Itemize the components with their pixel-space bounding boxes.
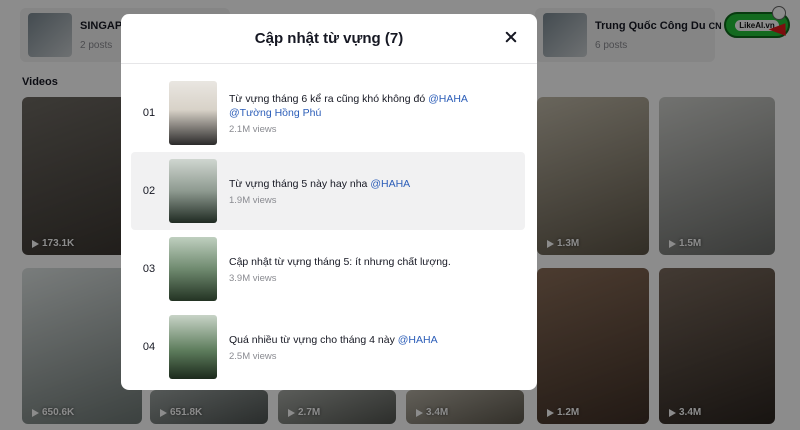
- modal-title: Cập nhật từ vựng (7): [254, 30, 404, 47]
- playlist-item-04[interactable]: 04 Quá nhiều từ vựng cho tháng 4 này @HA…: [131, 308, 525, 386]
- playlist-item-02[interactable]: 02 Từ vựng tháng 5 này hay nha @HAHA 1.9…: [131, 152, 525, 230]
- video-thumbnail: [169, 237, 217, 301]
- playlist-item-03[interactable]: 03 Cập nhật từ vựng tháng 5: ít nhưng ch…: [131, 230, 525, 308]
- item-index: 01: [142, 107, 156, 119]
- mention-link[interactable]: @HAHA: [398, 334, 438, 346]
- modal-header: Cập nhật từ vựng (7): [121, 14, 537, 64]
- mention-link[interactable]: @HAHA: [370, 178, 410, 190]
- item-title: Từ vựng tháng 5 này hay nha @HAHA: [229, 177, 411, 190]
- item-index: 04: [142, 341, 156, 353]
- playlist-video-list: 01 Từ vựng tháng 6 kể ra cũng khó không …: [121, 64, 537, 386]
- mention-link[interactable]: @Tường Hồng Phú: [229, 107, 321, 119]
- item-title: Từ vựng tháng 6 kể ra cũng khó không đó …: [229, 92, 468, 119]
- item-views: 3.9M views: [229, 272, 277, 284]
- item-views: 2.5M views: [229, 350, 277, 362]
- video-thumbnail: [169, 81, 217, 145]
- item-index: 02: [142, 185, 156, 197]
- video-thumbnail: [169, 315, 217, 379]
- item-title: Cập nhật từ vựng tháng 5: ít nhưng chất …: [229, 255, 451, 268]
- close-icon[interactable]: [501, 28, 521, 48]
- item-views: 2.1M views: [229, 123, 277, 135]
- item-title: Quá nhiều từ vựng cho tháng 4 này @HAHA: [229, 333, 438, 346]
- item-index: 03: [142, 263, 156, 275]
- item-views: 1.9M views: [229, 194, 277, 206]
- video-thumbnail: [169, 159, 217, 223]
- playlist-item-01[interactable]: 01 Từ vựng tháng 6 kể ra cũng khó không …: [131, 74, 525, 152]
- playlist-modal: Cập nhật từ vựng (7) 01 Từ vựng tháng 6 …: [121, 14, 537, 390]
- mention-link[interactable]: @HAHA: [428, 93, 468, 105]
